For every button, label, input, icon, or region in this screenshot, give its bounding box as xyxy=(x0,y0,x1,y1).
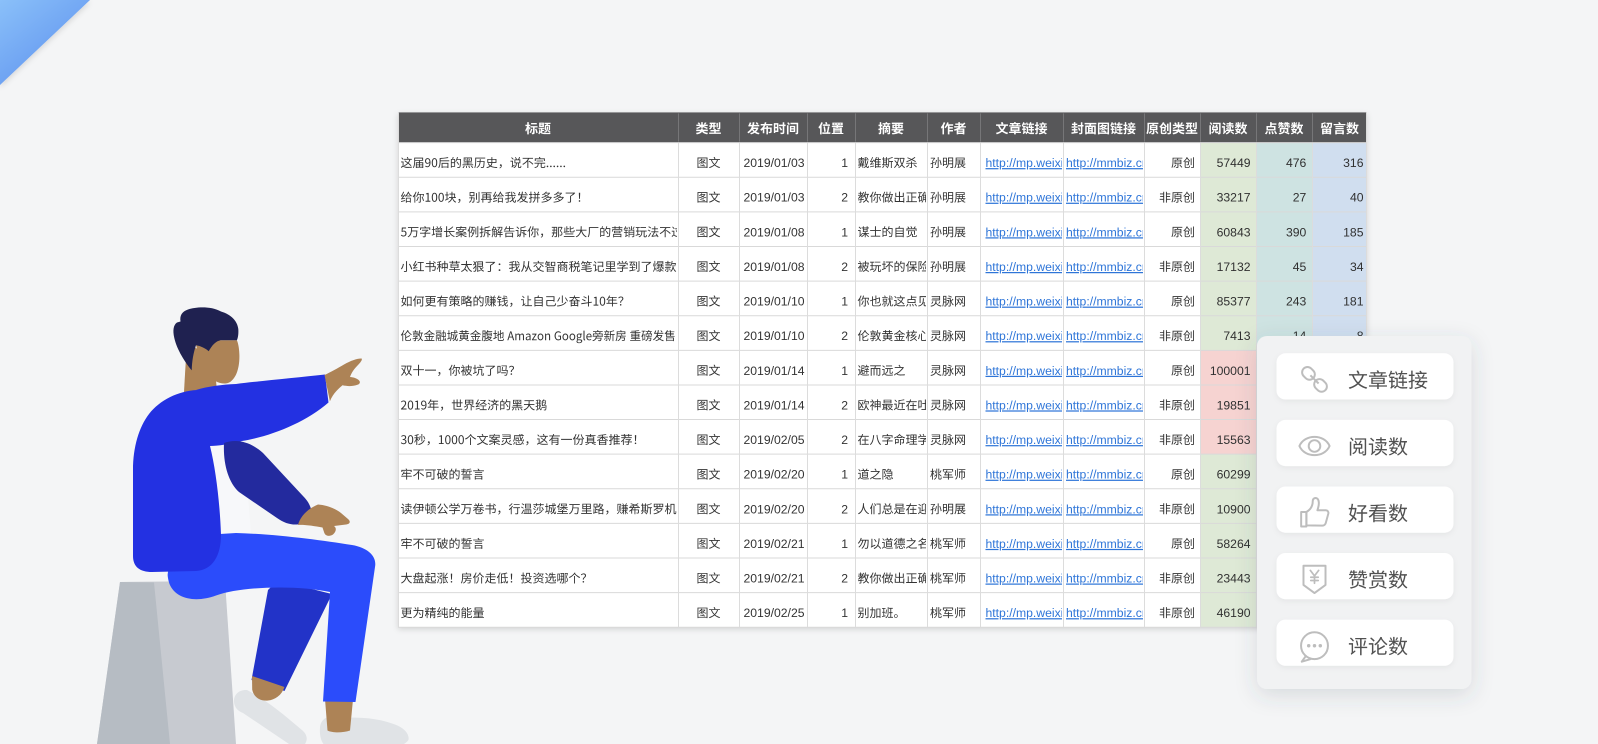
svg-text:2019/01/14: 2019/01/14 xyxy=(744,364,805,378)
svg-text:243: 243 xyxy=(1286,295,1307,309)
svg-text:10900: 10900 xyxy=(1217,502,1251,516)
svg-text:46190: 46190 xyxy=(1217,606,1251,620)
svg-text:2: 2 xyxy=(841,433,848,447)
svg-text:2: 2 xyxy=(841,572,848,586)
svg-text:45: 45 xyxy=(1293,260,1307,274)
svg-text:60299: 60299 xyxy=(1217,468,1251,482)
svg-text:85377: 85377 xyxy=(1217,295,1251,309)
svg-text:2: 2 xyxy=(841,191,848,205)
svg-text:23443: 23443 xyxy=(1217,572,1251,586)
svg-text:476: 476 xyxy=(1286,156,1307,170)
svg-text:2019/01/14: 2019/01/14 xyxy=(744,398,805,412)
svg-text:2: 2 xyxy=(841,502,848,516)
svg-text:27: 27 xyxy=(1293,191,1307,205)
svg-text:390: 390 xyxy=(1286,225,1307,239)
svg-text:34: 34 xyxy=(1350,260,1364,274)
svg-text:2019/01/03: 2019/01/03 xyxy=(744,156,805,170)
svg-text:2019/02/20: 2019/02/20 xyxy=(744,502,805,516)
svg-text:1: 1 xyxy=(841,225,848,239)
svg-text:2019/02/21: 2019/02/21 xyxy=(744,537,805,551)
svg-text:2019/01/08: 2019/01/08 xyxy=(744,225,805,239)
svg-text:58264: 58264 xyxy=(1217,537,1251,551)
svg-text:100001: 100001 xyxy=(1210,364,1251,378)
svg-text:2: 2 xyxy=(841,260,848,274)
svg-text:7413: 7413 xyxy=(1223,329,1250,343)
svg-text:2019/01/10: 2019/01/10 xyxy=(744,295,805,309)
svg-text:2019/01/10: 2019/01/10 xyxy=(744,329,805,343)
svg-text:57449: 57449 xyxy=(1217,156,1251,170)
svg-text:1: 1 xyxy=(841,606,848,620)
svg-text:33217: 33217 xyxy=(1217,191,1251,205)
svg-text:2019/01/08: 2019/01/08 xyxy=(744,260,805,274)
svg-text:40: 40 xyxy=(1350,191,1364,205)
svg-text:2: 2 xyxy=(841,398,848,412)
svg-text:2019/01/03: 2019/01/03 xyxy=(744,191,805,205)
svg-text:185: 185 xyxy=(1343,225,1364,239)
svg-text:15563: 15563 xyxy=(1217,433,1251,447)
svg-text:181: 181 xyxy=(1343,295,1364,309)
svg-text:1: 1 xyxy=(841,537,848,551)
svg-text:17132: 17132 xyxy=(1217,260,1251,274)
svg-text:2019/02/21: 2019/02/21 xyxy=(744,572,805,586)
svg-text:316: 316 xyxy=(1343,156,1364,170)
svg-text:60843: 60843 xyxy=(1217,225,1251,239)
svg-text:2: 2 xyxy=(841,329,848,343)
svg-text:1: 1 xyxy=(841,295,848,309)
svg-text:2019/02/20: 2019/02/20 xyxy=(744,468,805,482)
svg-text:2019/02/05: 2019/02/05 xyxy=(744,433,805,447)
svg-text:2019/02/25: 2019/02/25 xyxy=(744,606,805,620)
svg-text:1: 1 xyxy=(841,468,848,482)
svg-text:1: 1 xyxy=(841,364,848,378)
svg-text:19851: 19851 xyxy=(1217,398,1251,412)
svg-text:1: 1 xyxy=(841,156,848,170)
